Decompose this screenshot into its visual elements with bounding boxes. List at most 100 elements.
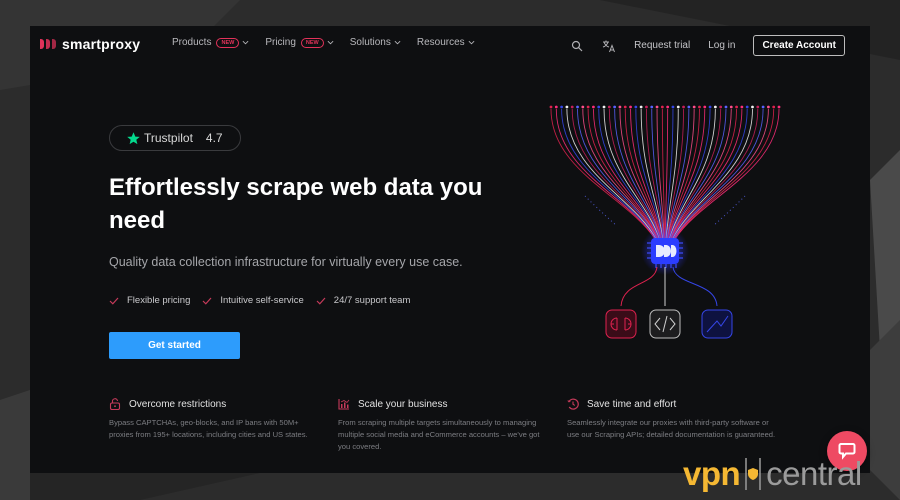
hero-title: Effortlessly scrape web data you need <box>109 174 483 234</box>
star-icon <box>127 131 140 144</box>
chart-icon <box>338 399 350 410</box>
card-title: Save time and effort <box>587 398 677 410</box>
nav-links: Products NEW Pricing NEW Solutions Resou… <box>172 37 475 48</box>
card-header: Save time and effort <box>567 398 796 410</box>
new-badge: NEW <box>300 37 324 48</box>
data-stream-node <box>554 105 558 109</box>
proxy-network-illustration <box>549 105 781 339</box>
check-icon <box>109 297 119 305</box>
feature-label: Flexible pricing <box>127 295 191 306</box>
data-stream-node <box>713 105 717 109</box>
watermark-central: central <box>766 455 862 492</box>
get-started-button[interactable]: Get started <box>109 332 240 359</box>
search-icon <box>571 40 583 51</box>
check-icon <box>202 297 212 305</box>
data-stream-node <box>618 105 622 109</box>
plug-icon <box>605 309 637 339</box>
data-stream-node <box>645 105 648 109</box>
data-stream-node <box>623 105 627 109</box>
card-header: Overcome restrictions <box>109 398 338 410</box>
nav-resources-label: Resources <box>416 37 465 48</box>
data-stream-node <box>708 105 712 109</box>
nav-products[interactable]: Products NEW <box>172 37 249 48</box>
card-body: From scraping multiple targets simultane… <box>338 418 540 451</box>
nav-pricing-label: Pricing <box>265 37 296 48</box>
data-stream-node <box>565 105 569 109</box>
card-title: Scale your business <box>358 398 448 410</box>
trustpilot-label: Trustpilot <box>144 131 193 145</box>
dotted-arc-left <box>584 195 618 227</box>
data-stream-node <box>772 105 776 109</box>
card-body: Bypass CAPTCHAs, geo-blocks, and IP bans… <box>109 418 308 439</box>
card-body: Seamlessly integrate our proxies with th… <box>567 418 776 439</box>
feature-label: Intuitive self-service <box>220 295 304 306</box>
create-account-button[interactable]: Create Account <box>753 35 845 56</box>
search-button[interactable] <box>570 39 584 53</box>
code-icon <box>649 309 681 339</box>
nav-pricing[interactable]: Pricing NEW <box>265 37 334 48</box>
login-link[interactable]: Log in <box>708 40 735 51</box>
chevron-down-icon <box>468 40 475 45</box>
nav-resources[interactable]: Resources <box>417 37 475 48</box>
connector-right <box>672 266 718 307</box>
dotted-arc-right <box>712 195 746 227</box>
nav-solutions-label: Solutions <box>349 37 391 48</box>
data-stream-node <box>766 105 770 109</box>
unlock-icon <box>109 398 121 410</box>
data-stream-node <box>602 105 606 109</box>
data-stream-node <box>682 105 685 109</box>
data-stream-node <box>592 105 595 109</box>
data-stream-node <box>576 105 579 109</box>
trustpilot-badge[interactable]: Trustpilot 4.7 <box>109 125 241 151</box>
data-stream-node <box>735 105 738 109</box>
data-stream-node <box>634 105 638 109</box>
benefit-card: Overcome restrictions Bypass CAPTCHAs, g… <box>109 398 338 453</box>
connector-left <box>620 266 658 307</box>
nav-solutions[interactable]: Solutions <box>350 37 401 48</box>
benefit-card: Scale your business From scraping multip… <box>338 398 567 453</box>
data-stream-node <box>751 105 754 109</box>
benefit-cards: Overcome restrictions Bypass CAPTCHAs, g… <box>109 398 829 453</box>
data-stream-node <box>660 105 664 109</box>
check-icon <box>316 297 326 305</box>
data-stream-node <box>570 105 574 109</box>
data-stream-node <box>756 105 760 109</box>
data-stream-node <box>719 105 723 109</box>
data-stream-node <box>650 105 654 109</box>
feature-list: Flexible pricing Intuitive self-service … <box>109 295 410 306</box>
data-stream-node <box>597 105 601 109</box>
feature-item: Flexible pricing <box>109 295 190 306</box>
data-stream-node <box>586 105 590 109</box>
data-stream-node <box>549 105 553 109</box>
vpncentral-watermark: vpn central <box>683 455 862 493</box>
data-stream-node <box>560 105 564 109</box>
data-stream-node <box>671 105 675 109</box>
data-stream-node <box>703 105 707 109</box>
card-header: Scale your business <box>338 398 567 410</box>
chevron-down-icon <box>327 40 334 45</box>
logo-text: smartproxy <box>62 36 141 52</box>
new-badge: NEW <box>216 37 240 48</box>
hero-subtitle: Quality data collection infrastructure f… <box>109 255 463 269</box>
chevron-down-icon <box>242 40 249 45</box>
nav-actions: Request trial Log in Create Account <box>570 35 845 56</box>
card-title: Overcome restrictions <box>129 398 227 410</box>
data-stream-node <box>724 105 728 109</box>
logo-mark-icon <box>40 39 56 49</box>
smartproxy-logo[interactable]: smartproxy <box>40 36 140 52</box>
feature-item: Intuitive self-service <box>202 295 304 306</box>
browser-page: smartproxy Products NEW Pricing NEW Solu… <box>30 26 870 473</box>
data-stream-node <box>629 105 632 109</box>
data-stream-node <box>607 105 611 109</box>
data-stream-node <box>676 105 680 109</box>
data-stream-node <box>740 105 744 109</box>
data-stream-node <box>692 105 696 109</box>
translate-icon <box>602 40 616 52</box>
data-stream-node <box>613 105 617 109</box>
top-nav: smartproxy Products NEW Pricing NEW Solu… <box>30 26 870 62</box>
data-stream-node <box>655 105 659 109</box>
data-stream-node <box>761 105 765 109</box>
request-trial-link[interactable]: Request trial <box>634 40 690 51</box>
data-stream-node <box>745 105 749 109</box>
language-button[interactable] <box>602 39 616 53</box>
